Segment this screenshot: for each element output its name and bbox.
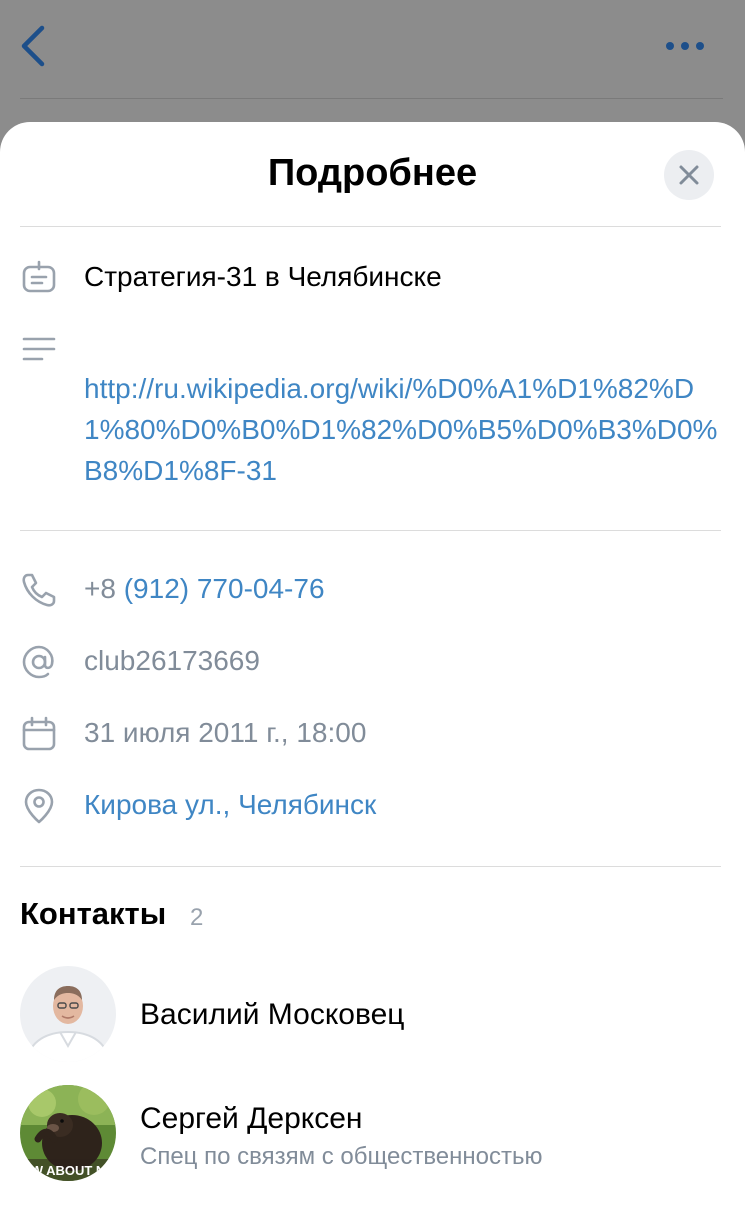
back-button[interactable]	[14, 22, 54, 70]
top-navigation-bar	[0, 0, 745, 120]
event-date: 31 июля 2011 г., 18:00	[84, 717, 367, 748]
contact-name: Сергей Дерксен	[140, 1102, 363, 1135]
phone-number[interactable]: (912) 770-04-76	[124, 573, 325, 604]
calendar-icon	[20, 715, 58, 753]
location-pin-icon	[20, 787, 58, 825]
contacts-count: 2	[190, 904, 204, 931]
top-divider	[20, 98, 723, 99]
chevron-left-icon	[21, 25, 45, 67]
contacts-heading: Контакты	[20, 896, 167, 931]
more-horizontal-icon	[666, 42, 704, 50]
text-lines-icon	[20, 330, 58, 368]
phone-row[interactable]: +8 (912) 770-04-76	[84, 573, 325, 605]
phone-icon	[20, 571, 58, 609]
avatar[interactable]	[20, 966, 116, 1062]
contact-name: Василий Московец	[140, 998, 405, 1031]
close-button[interactable]	[664, 150, 714, 200]
avatar-caption: W ABOUT N	[31, 1163, 106, 1178]
event-address[interactable]: Кирова ул., Челябинск	[84, 789, 376, 821]
more-button[interactable]	[662, 30, 708, 62]
screen-name: club26173669	[84, 645, 260, 676]
info-card-icon	[20, 258, 58, 296]
at-sign-icon	[20, 643, 58, 681]
avatar[interactable]: W ABOUT N	[20, 1085, 116, 1181]
info-divider	[20, 530, 721, 531]
phone-prefix: +8	[84, 573, 116, 604]
details-sheet: Подробнее Стратегия-31 в Челябинске http…	[0, 122, 745, 1218]
title-divider	[20, 226, 721, 227]
description-link[interactable]: http://ru.wikipedia.org/wiki/%D0%A1%D1%8…	[84, 368, 724, 491]
contact-role: Спец по связям с общественностью	[140, 1143, 543, 1170]
event-name: Стратегия-31 в Челябинске	[84, 261, 442, 292]
close-icon	[679, 165, 699, 185]
contacts-divider	[20, 866, 721, 867]
sheet-title: Подробнее	[267, 152, 478, 194]
